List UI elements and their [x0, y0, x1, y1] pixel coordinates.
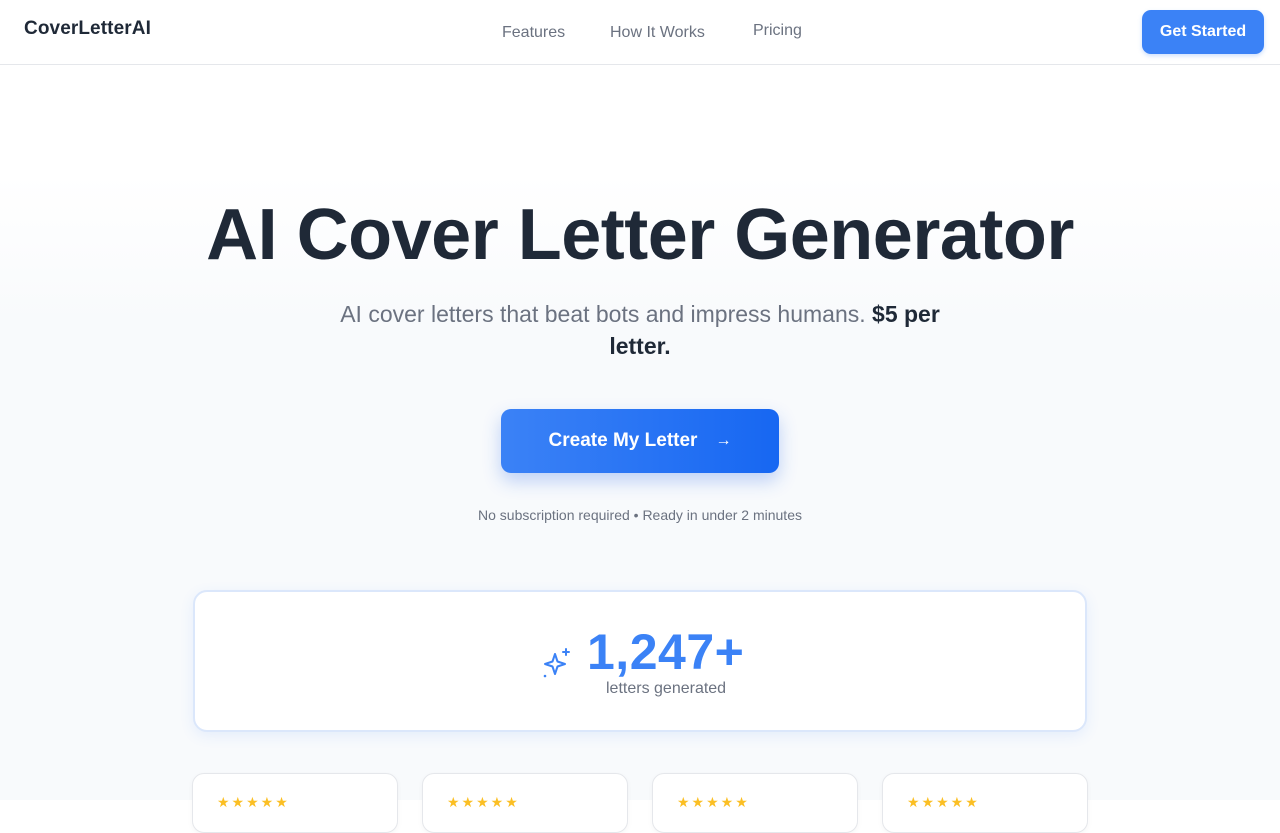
- arrow-right-icon: →: [715, 432, 732, 449]
- hero-subtitle-text: AI cover letters that beat bots and impr…: [340, 301, 866, 327]
- rating-stars-icon: ★★★★★: [677, 794, 750, 810]
- letters-count: 1,247+: [587, 624, 745, 680]
- hero-fine-print: No subscription required • Ready in unde…: [478, 507, 802, 523]
- create-letter-button[interactable]: Create My Letter →: [501, 409, 779, 473]
- rating-stars-icon: ★★★★★: [217, 794, 290, 810]
- rating-stars-icon: ★★★★★: [447, 794, 520, 810]
- testimonial-card: ★★★★★: [652, 773, 858, 833]
- sparkle-icon: [543, 648, 570, 678]
- top-nav: CoverLetterAI Features How It Works Pric…: [0, 0, 1280, 65]
- letters-generated-card: 1,247+ letters generated: [193, 590, 1087, 732]
- testimonial-card: ★★★★★: [192, 773, 398, 833]
- nav-link-pricing[interactable]: Pricing: [753, 22, 802, 40]
- hero-title: AI Cover Letter Generator: [206, 195, 1074, 275]
- brand-logo[interactable]: CoverLetterAI: [24, 18, 151, 40]
- get-started-button[interactable]: Get Started: [1142, 10, 1264, 54]
- testimonial-card: ★★★★★: [882, 773, 1088, 833]
- create-letter-label: Create My Letter: [548, 430, 698, 451]
- hero-subtitle: AI cover letters that beat bots and impr…: [320, 298, 960, 362]
- nav-link-features[interactable]: Features: [502, 24, 565, 42]
- letters-count-label: letters generated: [606, 680, 727, 697]
- rating-stars-icon: ★★★★★: [907, 794, 980, 810]
- nav-link-how-it-works[interactable]: How It Works: [610, 24, 705, 42]
- testimonial-card: ★★★★★: [422, 773, 628, 833]
